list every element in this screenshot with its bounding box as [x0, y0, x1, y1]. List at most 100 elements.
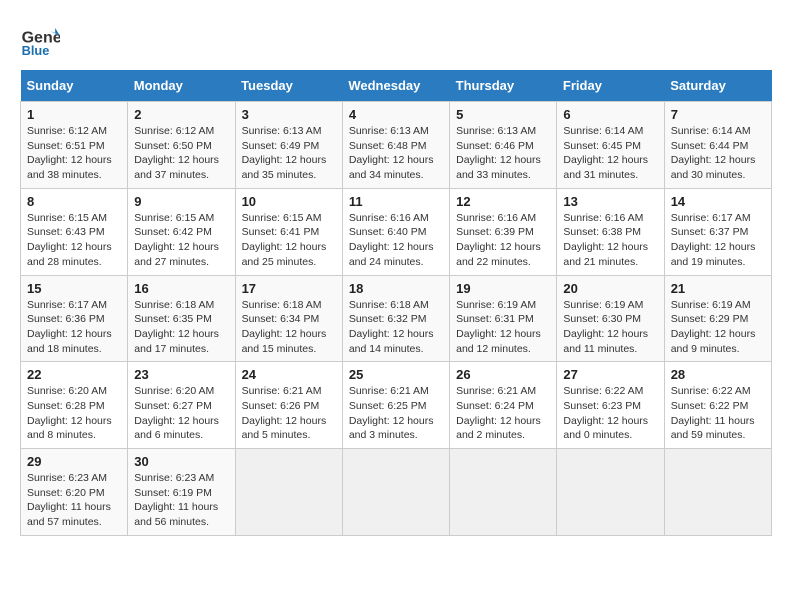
day-number: 13 — [563, 194, 657, 209]
day-number: 22 — [27, 367, 121, 382]
calendar-cell: 16 Sunrise: 6:18 AM Sunset: 6:35 PM Dayli… — [128, 275, 235, 362]
column-header-wednesday: Wednesday — [342, 70, 449, 102]
calendar-cell: 23 Sunrise: 6:20 AM Sunset: 6:27 PM Dayli… — [128, 362, 235, 449]
day-number: 24 — [242, 367, 336, 382]
calendar-cell: 9Sunrise: 6:15 AM Sunset: 6:42 PM Daylig… — [128, 188, 235, 275]
column-header-friday: Friday — [557, 70, 664, 102]
day-number: 8 — [27, 194, 121, 209]
day-number: 28 — [671, 367, 765, 382]
day-info: Sunrise: 6:22 AM Sunset: 6:22 PM Dayligh… — [671, 384, 765, 443]
day-number: 1 — [27, 107, 121, 122]
day-info: Sunrise: 6:21 AM Sunset: 6:25 PM Dayligh… — [349, 384, 443, 443]
calendar-cell: 2 Sunrise: 6:12 AM Sunset: 6:50 PM Daylig… — [128, 102, 235, 189]
day-number: 21 — [671, 281, 765, 296]
day-number: 10 — [242, 194, 336, 209]
day-info: Sunrise: 6:20 AM Sunset: 6:27 PM Dayligh… — [134, 384, 228, 443]
calendar-cell: 18 Sunrise: 6:18 AM Sunset: 6:32 PM Dayli… — [342, 275, 449, 362]
day-number: 3 — [242, 107, 336, 122]
day-info: Sunrise: 6:12 AM Sunset: 6:51 PM Dayligh… — [27, 124, 121, 183]
calendar-cell: 10Sunrise: 6:15 AM Sunset: 6:41 PM Dayli… — [235, 188, 342, 275]
column-header-monday: Monday — [128, 70, 235, 102]
day-info: Sunrise: 6:15 AM Sunset: 6:42 PM Dayligh… — [134, 211, 228, 270]
day-info: Sunrise: 6:19 AM Sunset: 6:29 PM Dayligh… — [671, 298, 765, 357]
day-number: 2 — [134, 107, 228, 122]
calendar-cell: 19 Sunrise: 6:19 AM Sunset: 6:31 PM Dayli… — [450, 275, 557, 362]
day-number: 7 — [671, 107, 765, 122]
day-info: Sunrise: 6:18 AM Sunset: 6:32 PM Dayligh… — [349, 298, 443, 357]
day-number: 23 — [134, 367, 228, 382]
column-header-thursday: Thursday — [450, 70, 557, 102]
day-info: Sunrise: 6:18 AM Sunset: 6:35 PM Dayligh… — [134, 298, 228, 357]
calendar-cell: 1 Sunrise: 6:12 AM Sunset: 6:51 PM Daylig… — [21, 102, 128, 189]
day-number: 25 — [349, 367, 443, 382]
calendar-cell: 6 Sunrise: 6:14 AM Sunset: 6:45 PM Daylig… — [557, 102, 664, 189]
calendar-cell — [664, 449, 771, 536]
calendar-cell — [450, 449, 557, 536]
day-info: Sunrise: 6:21 AM Sunset: 6:24 PM Dayligh… — [456, 384, 550, 443]
day-info: Sunrise: 6:19 AM Sunset: 6:31 PM Dayligh… — [456, 298, 550, 357]
day-info: Sunrise: 6:12 AM Sunset: 6:50 PM Dayligh… — [134, 124, 228, 183]
day-info: Sunrise: 6:17 AM Sunset: 6:37 PM Dayligh… — [671, 211, 765, 270]
day-number: 5 — [456, 107, 550, 122]
calendar-cell: 8 Sunrise: 6:15 AM Sunset: 6:43 PM Daylig… — [21, 188, 128, 275]
calendar-cell: 29 Sunrise: 6:23 AM Sunset: 6:20 PM Dayli… — [21, 449, 128, 536]
logo: General Blue — [20, 20, 66, 60]
day-info: Sunrise: 6:17 AM Sunset: 6:36 PM Dayligh… — [27, 298, 121, 357]
day-info: Sunrise: 6:14 AM Sunset: 6:44 PM Dayligh… — [671, 124, 765, 183]
day-number: 29 — [27, 454, 121, 469]
column-header-sunday: Sunday — [21, 70, 128, 102]
calendar-cell: 25 Sunrise: 6:21 AM Sunset: 6:25 PM Dayli… — [342, 362, 449, 449]
day-number: 19 — [456, 281, 550, 296]
calendar-cell: 28 Sunrise: 6:22 AM Sunset: 6:22 PM Dayli… — [664, 362, 771, 449]
calendar-cell: 7 Sunrise: 6:14 AM Sunset: 6:44 PM Daylig… — [664, 102, 771, 189]
day-info: Sunrise: 6:23 AM Sunset: 6:19 PM Dayligh… — [134, 471, 228, 530]
day-info: Sunrise: 6:15 AM Sunset: 6:43 PM Dayligh… — [27, 211, 121, 270]
day-number: 4 — [349, 107, 443, 122]
day-number: 12 — [456, 194, 550, 209]
calendar-cell: 22 Sunrise: 6:20 AM Sunset: 6:28 PM Dayli… — [21, 362, 128, 449]
calendar-cell — [557, 449, 664, 536]
day-info: Sunrise: 6:16 AM Sunset: 6:40 PM Dayligh… — [349, 211, 443, 270]
day-info: Sunrise: 6:20 AM Sunset: 6:28 PM Dayligh… — [27, 384, 121, 443]
calendar-cell: 5 Sunrise: 6:13 AM Sunset: 6:46 PM Daylig… — [450, 102, 557, 189]
day-info: Sunrise: 6:19 AM Sunset: 6:30 PM Dayligh… — [563, 298, 657, 357]
calendar-cell: 14 Sunrise: 6:17 AM Sunset: 6:37 PM Dayli… — [664, 188, 771, 275]
day-number: 27 — [563, 367, 657, 382]
day-number: 6 — [563, 107, 657, 122]
svg-text:Blue: Blue — [22, 43, 50, 58]
column-header-saturday: Saturday — [664, 70, 771, 102]
day-number: 14 — [671, 194, 765, 209]
calendar-cell: 4 Sunrise: 6:13 AM Sunset: 6:48 PM Daylig… — [342, 102, 449, 189]
day-number: 16 — [134, 281, 228, 296]
logo-icon: General Blue — [20, 20, 60, 60]
day-info: Sunrise: 6:21 AM Sunset: 6:26 PM Dayligh… — [242, 384, 336, 443]
day-number: 15 — [27, 281, 121, 296]
calendar-cell: 15 Sunrise: 6:17 AM Sunset: 6:36 PM Dayli… — [21, 275, 128, 362]
calendar-cell — [235, 449, 342, 536]
day-info: Sunrise: 6:16 AM Sunset: 6:39 PM Dayligh… — [456, 211, 550, 270]
calendar-cell: 30Sunrise: 6:23 AM Sunset: 6:19 PM Dayli… — [128, 449, 235, 536]
calendar-cell: 17Sunrise: 6:18 AM Sunset: 6:34 PM Dayli… — [235, 275, 342, 362]
day-info: Sunrise: 6:22 AM Sunset: 6:23 PM Dayligh… — [563, 384, 657, 443]
calendar-cell: 20 Sunrise: 6:19 AM Sunset: 6:30 PM Dayli… — [557, 275, 664, 362]
day-info: Sunrise: 6:13 AM Sunset: 6:48 PM Dayligh… — [349, 124, 443, 183]
calendar-cell: 21 Sunrise: 6:19 AM Sunset: 6:29 PM Dayli… — [664, 275, 771, 362]
calendar-cell: 27 Sunrise: 6:22 AM Sunset: 6:23 PM Dayli… — [557, 362, 664, 449]
calendar-cell: 11Sunrise: 6:16 AM Sunset: 6:40 PM Dayli… — [342, 188, 449, 275]
calendar-table: SundayMondayTuesdayWednesdayThursdayFrid… — [20, 70, 772, 536]
day-info: Sunrise: 6:14 AM Sunset: 6:45 PM Dayligh… — [563, 124, 657, 183]
day-info: Sunrise: 6:23 AM Sunset: 6:20 PM Dayligh… — [27, 471, 121, 530]
calendar-cell — [342, 449, 449, 536]
page-header: General Blue — [20, 20, 772, 60]
day-info: Sunrise: 6:18 AM Sunset: 6:34 PM Dayligh… — [242, 298, 336, 357]
column-header-tuesday: Tuesday — [235, 70, 342, 102]
day-number: 26 — [456, 367, 550, 382]
day-info: Sunrise: 6:13 AM Sunset: 6:49 PM Dayligh… — [242, 124, 336, 183]
day-number: 18 — [349, 281, 443, 296]
day-info: Sunrise: 6:13 AM Sunset: 6:46 PM Dayligh… — [456, 124, 550, 183]
calendar-cell: 13 Sunrise: 6:16 AM Sunset: 6:38 PM Dayli… — [557, 188, 664, 275]
day-info: Sunrise: 6:16 AM Sunset: 6:38 PM Dayligh… — [563, 211, 657, 270]
calendar-cell: 26 Sunrise: 6:21 AM Sunset: 6:24 PM Dayli… — [450, 362, 557, 449]
day-number: 20 — [563, 281, 657, 296]
calendar-cell: 3 Sunrise: 6:13 AM Sunset: 6:49 PM Daylig… — [235, 102, 342, 189]
